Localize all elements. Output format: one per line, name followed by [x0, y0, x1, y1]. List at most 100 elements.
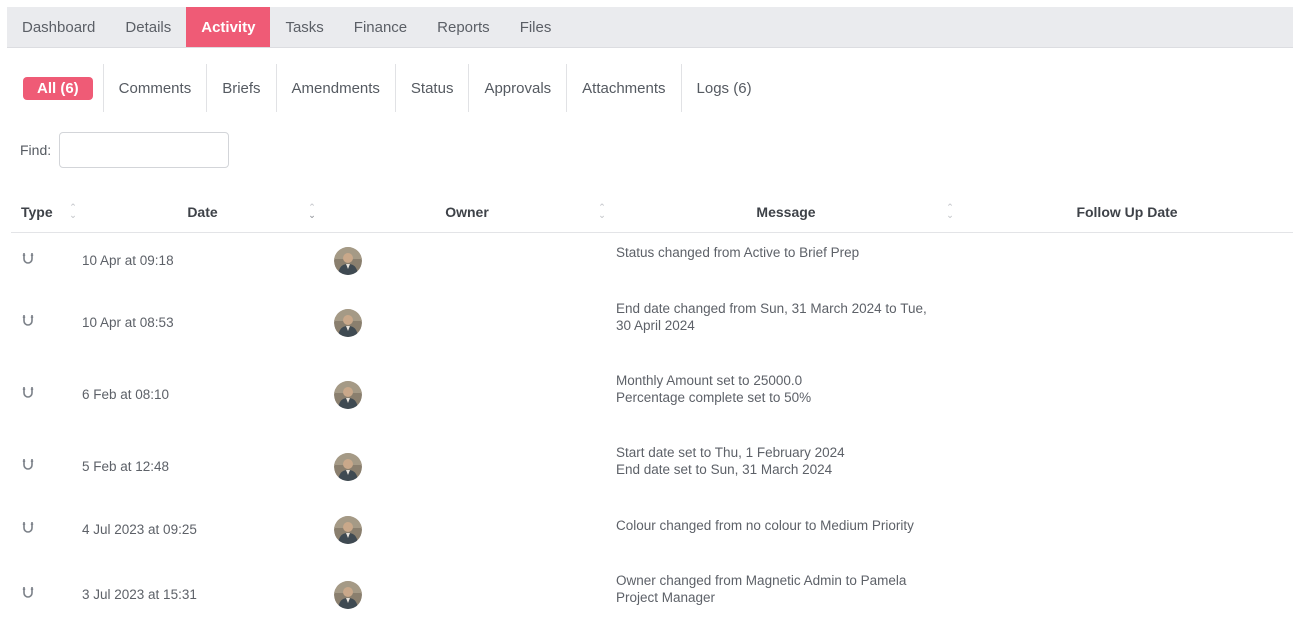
cell-date: 5 Feb at 12:48	[82, 430, 323, 502]
col-type-header[interactable]: Type ⌃ ⌄	[11, 192, 82, 233]
magnet-icon	[22, 252, 82, 266]
avatar[interactable]	[334, 381, 362, 409]
cell-owner	[323, 502, 611, 566]
table-row[interactable]: 3 Jul 2023 at 15:31 Owner changed from Ma…	[11, 566, 1293, 630]
col-follow-up-label: Follow Up Date	[1076, 203, 1178, 220]
date-text: 5 Feb at 12:48	[82, 459, 170, 474]
tab-files[interactable]: Files	[505, 7, 567, 47]
avatar[interactable]	[334, 246, 362, 275]
avatar[interactable]	[334, 309, 362, 337]
cell-date: 3 Jul 2023 at 15:31	[82, 566, 323, 630]
sort-icon[interactable]: ⌃ ⌄	[597, 203, 607, 221]
col-type-label: Type	[21, 203, 53, 220]
cell-date: 10 Apr at 09:18	[82, 232, 323, 294]
tab-activity[interactable]: Activity	[186, 7, 271, 47]
cell-owner	[323, 430, 611, 502]
avatar[interactable]	[334, 581, 362, 609]
message-line: Start date set to Thu, 1 February 2024	[616, 445, 845, 460]
cell-owner	[323, 358, 611, 430]
cell-type	[11, 566, 82, 630]
filter-approvals[interactable]: Approvals	[469, 64, 568, 112]
sort-icon[interactable]: ⌃ ⌄	[945, 203, 955, 221]
message-line: Status changed from Active to Brief Prep	[616, 244, 860, 260]
cell-message: Colour changed from no colour to Medium …	[611, 502, 961, 566]
col-owner-label: Owner	[445, 203, 489, 220]
cell-type	[11, 294, 82, 358]
col-date-label: Date	[187, 203, 218, 220]
tab-tasks[interactable]: Tasks	[270, 7, 338, 47]
filter-amendments[interactable]: Amendments	[277, 64, 396, 112]
filter-logs[interactable]: Logs (6)	[682, 64, 767, 112]
message-line: End date changed from Sun, 31 March 2024…	[616, 301, 927, 316]
cell-type	[11, 430, 82, 502]
filter-all-label: All (6)	[23, 76, 93, 100]
tab-reports[interactable]: Reports	[422, 7, 505, 47]
date-text: 10 Apr at 09:18	[82, 252, 174, 268]
magnet-icon	[22, 386, 82, 400]
message-line: Owner changed from Magnetic Admin to Pam…	[616, 573, 907, 588]
activity-filter-bar: All (6) Comments Briefs Amendments Statu…	[7, 64, 767, 112]
magnet-icon	[22, 458, 82, 472]
find-row: Find:	[20, 132, 230, 168]
avatar[interactable]	[334, 516, 362, 544]
cell-message: Status changed from Active to Brief Prep	[611, 232, 961, 294]
date-text: 4 Jul 2023 at 09:25	[82, 522, 197, 537]
filter-comments[interactable]: Comments	[104, 64, 208, 112]
cell-follow-up	[961, 566, 1293, 630]
cell-type	[11, 232, 82, 294]
avatar[interactable]	[334, 453, 362, 481]
activity-table: Type ⌃ ⌄ Date ⌃ ⌄ Owner ⌃ ⌄ Message ⌃ ⌄ Foll…	[11, 192, 1293, 630]
tab-finance[interactable]: Finance	[339, 7, 422, 47]
main-tab-bar: Dashboard Details Activity Tasks Finance…	[7, 7, 1293, 48]
find-input[interactable]	[59, 132, 230, 168]
col-follow-up-header[interactable]: Follow Up Date	[961, 192, 1293, 233]
message-line: End date set to Sun, 31 March 2024	[616, 462, 833, 477]
cell-owner	[323, 294, 611, 358]
magnet-icon	[22, 586, 82, 600]
cell-type	[11, 502, 82, 566]
cell-follow-up	[961, 358, 1293, 430]
col-owner-header[interactable]: Owner ⌃ ⌄	[323, 192, 611, 233]
table-row[interactable]: 6 Feb at 08:10 Monthly Amount set to 2500…	[11, 358, 1293, 430]
cell-follow-up	[961, 294, 1293, 358]
cell-owner	[323, 566, 611, 630]
cell-type	[11, 358, 82, 430]
magnet-icon	[22, 314, 82, 328]
message-line: Project Manager	[616, 590, 716, 605]
cell-follow-up	[961, 502, 1293, 566]
message-line: Monthly Amount set to 25000.0	[616, 373, 803, 388]
message-line: Colour changed from no colour to Medium …	[616, 518, 914, 533]
filter-status[interactable]: Status	[396, 64, 470, 112]
magnet-icon	[22, 521, 82, 535]
tab-details[interactable]: Details	[110, 7, 186, 47]
table-row[interactable]: 10 Apr at 09:18 Status changed from Activ…	[11, 232, 1293, 294]
cell-date: 10 Apr at 08:53	[82, 294, 323, 358]
cell-message: End date changed from Sun, 31 March 2024…	[611, 294, 961, 358]
table-row[interactable]: 5 Feb at 12:48 Start date set to Thu, 1 F…	[11, 430, 1293, 502]
date-text: 10 Apr at 08:53	[82, 315, 174, 330]
col-message-label: Message	[756, 203, 816, 220]
date-text: 3 Jul 2023 at 15:31	[82, 587, 197, 602]
date-text: 6 Feb at 08:10	[82, 387, 170, 402]
cell-message: Owner changed from Magnetic Admin to Pam…	[611, 566, 961, 630]
col-message-header[interactable]: Message ⌃ ⌄	[611, 192, 961, 233]
filter-attachments[interactable]: Attachments	[567, 64, 682, 112]
cell-owner	[323, 232, 611, 294]
table-header-row: Type ⌃ ⌄ Date ⌃ ⌄ Owner ⌃ ⌄ Message ⌃ ⌄ Foll…	[11, 192, 1293, 233]
message-line: 30 April 2024	[616, 318, 695, 333]
cell-date: 4 Jul 2023 at 09:25	[82, 502, 323, 566]
message-line: Percentage complete set to 50%	[616, 390, 812, 405]
sort-icon[interactable]: ⌃ ⌄	[68, 203, 78, 221]
sort-icon[interactable]: ⌃ ⌄	[307, 203, 317, 221]
col-date-header[interactable]: Date ⌃ ⌄	[82, 192, 323, 233]
cell-date: 6 Feb at 08:10	[82, 358, 323, 430]
filter-briefs[interactable]: Briefs	[207, 64, 277, 112]
table-row[interactable]: 4 Jul 2023 at 09:25 Colour changed from n…	[11, 502, 1293, 566]
find-label: Find:	[20, 142, 52, 158]
cell-follow-up	[961, 430, 1293, 502]
tab-dashboard[interactable]: Dashboard	[7, 7, 110, 47]
filter-all[interactable]: All (6)	[7, 64, 104, 112]
cell-message: Monthly Amount set to 25000.0 Percentage …	[611, 358, 961, 430]
cell-follow-up	[961, 232, 1293, 294]
table-row[interactable]: 10 Apr at 08:53 End date changed from Sun…	[11, 294, 1293, 358]
